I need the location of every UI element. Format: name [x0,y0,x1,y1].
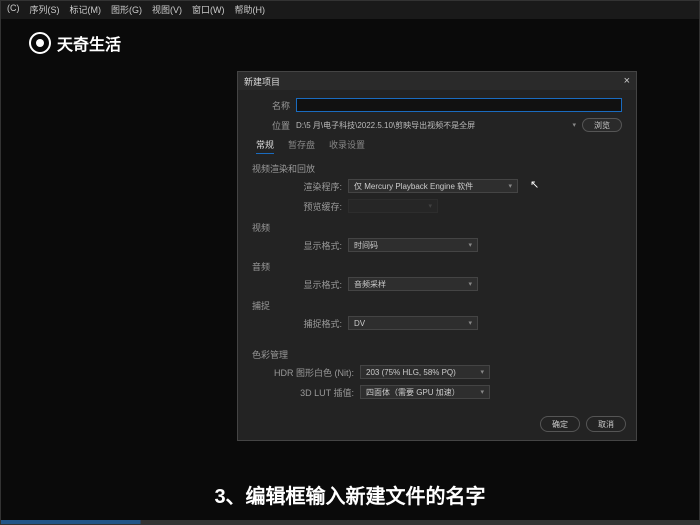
chevron-down-icon: ▾ [468,319,472,327]
capture-section-header: 捕捉 [252,299,622,312]
browse-button[interactable]: 浏览 [582,118,622,132]
lut-label: 3D LUT 插值: [262,386,354,399]
ok-button[interactable]: 确定 [540,416,580,432]
chevron-down-icon[interactable]: ▾ [572,121,576,129]
menu-item[interactable]: 窗口(W) [192,3,225,17]
dialog-title: 新建项目 [244,75,280,88]
logo-icon [29,32,51,54]
video-section-header: 视频 [252,221,622,234]
menu-item[interactable]: 序列(S) [30,3,60,17]
menu-item[interactable]: 帮助(H) [235,3,266,17]
audio-format-label: 显示格式: [282,278,342,291]
render-section-header: 视频渲染和回放 [252,162,622,175]
video-format-label: 显示格式: [282,239,342,252]
hdr-label: HDR 图形白色 (Nit): [262,366,354,379]
tab-ingest[interactable]: 收录设置 [329,138,365,154]
capture-format-label: 捕捉格式: [282,317,342,330]
preview-cache-dropdown: ▾ [348,199,438,213]
instruction-caption: 3、编辑框输入新建文件的名字 [1,480,699,509]
taskbar [1,520,699,524]
chevron-down-icon: ▾ [468,241,472,249]
menu-item[interactable]: 视图(V) [152,3,182,17]
tab-scratch[interactable]: 暂存盘 [288,138,315,154]
new-project-dialog: 新建项目 × 名称 位置 D:\5 月\电子科技\2022.5.10\剪映导出视… [237,71,637,441]
menu-bar: (C) 序列(S) 标记(M) 图形(G) 视图(V) 窗口(W) 帮助(H) [1,1,699,19]
menu-item[interactable]: (C) [7,3,20,17]
video-format-dropdown[interactable]: 时间码▾ [348,238,478,252]
close-icon[interactable]: × [624,75,630,87]
location-value: D:\5 月\电子科技\2022.5.10\剪映导出视频不是全屏 [296,120,566,131]
lut-dropdown[interactable]: 四面体（需要 GPU 加速）▾ [360,385,490,399]
hdr-dropdown[interactable]: 203 (75% HLG, 58% PQ)▾ [360,365,490,379]
cancel-button[interactable]: 取消 [586,416,626,432]
dialog-titlebar: 新建项目 × [238,72,636,90]
capture-format-dropdown[interactable]: DV▾ [348,316,478,330]
audio-format-dropdown[interactable]: 音频采样▾ [348,277,478,291]
color-section-header: 色彩管理 [252,348,622,361]
tabs: 常规 暂存盘 收录设置 [256,138,622,154]
menu-item[interactable]: 标记(M) [70,3,102,17]
chevron-down-icon: ▾ [428,202,432,210]
logo-text: 天奇生活 [57,31,121,55]
chevron-down-icon: ▾ [468,280,472,288]
chevron-down-icon: ▾ [480,368,484,376]
menu-item[interactable]: 图形(G) [111,3,142,17]
renderer-label: 渲染程序: [282,180,342,193]
preview-cache-label: 预览缓存: [282,200,342,213]
watermark-logo: 天奇生活 [29,31,121,55]
renderer-dropdown[interactable]: 仅 Mercury Playback Engine 软件▾ [348,179,518,193]
name-label: 名称 [252,99,290,112]
audio-section-header: 音频 [252,260,622,273]
chevron-down-icon: ▾ [508,182,512,190]
chevron-down-icon: ▾ [480,388,484,396]
name-input[interactable] [296,98,622,112]
location-label: 位置 [252,119,290,132]
tab-general[interactable]: 常规 [256,138,274,154]
